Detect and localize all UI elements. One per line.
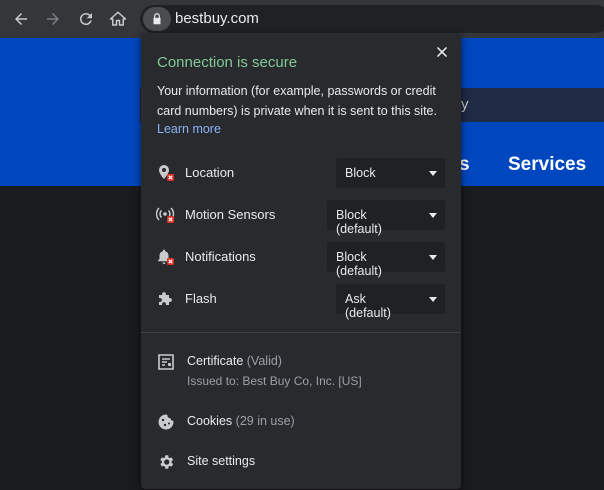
back-button[interactable] xyxy=(9,7,33,31)
certificate-issued-to: Issued to: Best Buy Co, Inc. [US] xyxy=(187,374,362,388)
permission-label: Location xyxy=(185,165,235,180)
forward-button[interactable] xyxy=(41,7,65,31)
cookies-row[interactable]: Cookies (29 in use) xyxy=(141,409,461,435)
motion-sensors-icon xyxy=(156,207,175,223)
cookies-count: (29 in use) xyxy=(235,414,295,428)
select-value: Block xyxy=(345,166,376,180)
select-value: Ask (default) xyxy=(345,292,391,320)
permission-row-location: Location Block xyxy=(141,157,461,189)
certificate-row[interactable]: Certificate (Valid) Issued to: Best Buy … xyxy=(141,348,461,394)
connection-description: Your information (for example, passwords… xyxy=(157,84,437,118)
home-button[interactable] xyxy=(106,7,130,31)
permission-label: Motion Sensors xyxy=(185,207,276,222)
certificate-label: Certificate xyxy=(187,354,244,368)
location-permission-select[interactable]: Block xyxy=(336,158,445,188)
cookies-label-line: Cookies (29 in use) xyxy=(187,414,295,428)
close-icon xyxy=(437,47,447,57)
url-text[interactable]: bestbuy.com xyxy=(175,10,259,27)
chevron-down-icon xyxy=(429,213,437,218)
cookie-icon xyxy=(158,414,174,430)
cookies-label: Cookies xyxy=(187,414,233,428)
site-info-popup: Connection is secure Your information (f… xyxy=(141,33,461,489)
motion-sensors-permission-select[interactable]: Block (default) xyxy=(327,200,445,236)
reload-button[interactable] xyxy=(74,7,98,31)
close-button[interactable] xyxy=(433,43,451,61)
chevron-down-icon xyxy=(429,255,437,260)
chevron-down-icon xyxy=(429,297,437,302)
chevron-down-icon xyxy=(429,171,437,176)
page-partial-text: y xyxy=(461,96,469,113)
certificate-label-line: Certificate (Valid) xyxy=(187,354,282,368)
select-value: Block (default) xyxy=(336,208,382,236)
permission-row-flash: Flash Ask (default) xyxy=(141,283,461,320)
connection-title: Connection is secure xyxy=(157,54,298,71)
certificate-icon xyxy=(158,354,174,370)
section-divider xyxy=(141,332,461,333)
learn-more-link[interactable]: Learn more xyxy=(157,122,221,136)
gear-icon xyxy=(160,455,174,469)
forward-arrow-icon xyxy=(47,13,59,25)
lock-icon xyxy=(153,13,161,25)
flash-permission-select[interactable]: Ask (default) xyxy=(336,284,445,320)
certificate-status: (Valid) xyxy=(246,354,282,368)
site-settings-row[interactable]: Site settings xyxy=(141,449,461,475)
permission-row-notifications: Notifications Block (default) xyxy=(141,241,461,278)
back-arrow-icon xyxy=(15,13,27,25)
page-nav-services[interactable]: Services xyxy=(508,154,586,176)
reload-icon xyxy=(79,13,92,26)
home-icon xyxy=(109,11,127,26)
site-settings-label: Site settings xyxy=(187,454,256,468)
permission-label: Flash xyxy=(185,291,217,306)
notifications-blocked-icon xyxy=(158,249,174,265)
puzzle-icon xyxy=(159,292,172,305)
select-value: Block (default) xyxy=(336,250,382,278)
notifications-permission-select[interactable]: Block (default) xyxy=(327,242,445,278)
site-info-button[interactable] xyxy=(143,7,171,31)
permission-row-motion-sensors: Motion Sensors Block (default) xyxy=(141,199,461,236)
location-blocked-icon xyxy=(159,165,174,181)
permission-label: Notifications xyxy=(185,249,256,264)
